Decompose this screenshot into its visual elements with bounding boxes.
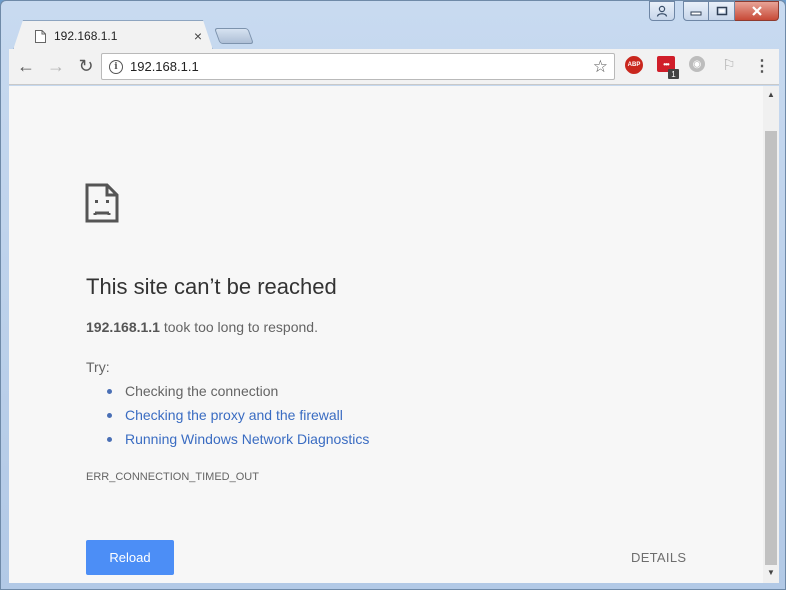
suggestion-item: Checking the connection [107, 382, 369, 406]
reload-toolbar-button[interactable]: ↻ [73, 54, 99, 80]
error-headline: This site can’t be reached [86, 274, 337, 299]
info-icon[interactable]: i [109, 59, 123, 74]
star-icon[interactable]: ☆ [593, 57, 608, 77]
tab-close-button[interactable]: × [191, 28, 205, 44]
page-content: This site can’t be reached 192.168.1.1 t… [9, 86, 779, 583]
adblock-icon[interactable]: ABP [625, 56, 643, 74]
try-label: Try: [86, 359, 110, 375]
page-icon [35, 29, 46, 43]
url-text[interactable]: 192.168.1.1 [130, 59, 593, 74]
bullet [107, 389, 112, 394]
maximize-icon [716, 6, 727, 16]
menu-icon[interactable]: ⋮ [753, 56, 771, 76]
sad-page-icon [85, 183, 119, 223]
error-host: 192.168.1.1 [86, 319, 160, 335]
scroll-up-arrow-icon[interactable]: ▲ [767, 90, 775, 99]
back-button[interactable]: ← [13, 54, 39, 80]
pdf-icon[interactable]: ⚐ [721, 56, 737, 74]
error-summary: 192.168.1.1 took too long to respond. [86, 319, 318, 335]
reload-button[interactable]: Reload [86, 540, 174, 575]
caption-buttons [649, 1, 779, 21]
tab-active[interactable]: 192.168.1.1 × [13, 20, 213, 50]
error-code: ERR_CONNECTION_TIMED_OUT [86, 471, 259, 483]
bullet [107, 413, 112, 418]
scroll-thumb[interactable] [765, 131, 777, 565]
tab-title: 192.168.1.1 [54, 29, 118, 43]
suggestion-link-proxy[interactable]: Checking the proxy and the firewall [125, 406, 343, 424]
minimize-button[interactable] [683, 1, 709, 21]
forward-arrow-icon: → [47, 56, 65, 76]
new-tab-button[interactable] [214, 28, 254, 44]
suggestion-item: Running Windows Network Diagnostics [107, 430, 369, 454]
minimize-icon [690, 11, 702, 16]
user-profile-button[interactable] [649, 1, 675, 21]
maximize-button[interactable] [709, 1, 735, 21]
scroll-down-arrow-icon[interactable]: ▼ [767, 568, 775, 577]
suggestion-item: Checking the proxy and the firewall [107, 406, 369, 430]
reload-icon: ↻ [78, 56, 94, 76]
address-bar[interactable]: i 192.168.1.1 ☆ [101, 53, 615, 80]
error-summary-text: took too long to respond. [159, 319, 318, 335]
close-icon [751, 6, 762, 16]
ghostery-icon[interactable]: ◉ [689, 56, 705, 72]
forward-button[interactable]: → [43, 54, 69, 80]
details-button[interactable]: DETAILS [631, 550, 686, 565]
tab-content: 192.168.1.1 × [35, 28, 205, 44]
bullet [107, 437, 112, 442]
suggestion-text: Checking the connection [125, 383, 279, 399]
back-arrow-icon: ← [17, 56, 35, 76]
toolbar: ← → ↻ i 192.168.1.1 ☆ ABP ••• 1 ◉ ⚐ ⋮ [9, 49, 779, 85]
vertical-scrollbar[interactable]: ▲ ▼ [763, 86, 779, 583]
suggestion-link-diagnostics[interactable]: Running Windows Network Diagnostics [125, 430, 369, 448]
browser-window: 192.168.1.1 × ← → ↻ i 192.168.1.1 ☆ ABP … [0, 0, 786, 590]
lastpass-badge: 1 [668, 69, 679, 79]
suggestions-list: Checking the connection Checking the pro… [107, 382, 369, 454]
close-window-button[interactable] [735, 1, 779, 21]
user-icon [656, 5, 668, 17]
